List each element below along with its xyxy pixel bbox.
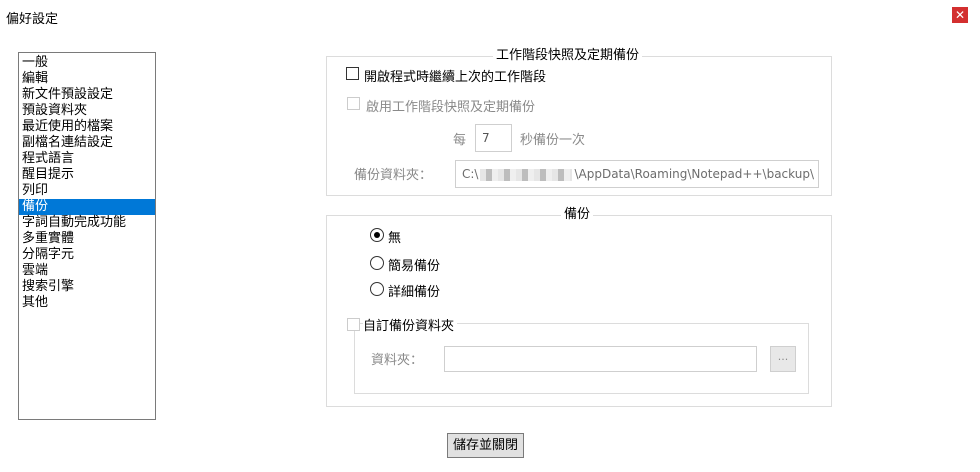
- backup-path-field[interactable]: C:\ \AppData\Roaming\Notepad++\backup\: [455, 160, 819, 188]
- category-item-language[interactable]: 程式語言: [19, 151, 155, 167]
- category-item-backup[interactable]: 備份: [19, 199, 155, 215]
- browse-button[interactable]: ...: [770, 346, 796, 372]
- custom-dir-input[interactable]: [444, 346, 757, 372]
- custom-dir-label[interactable]: 自訂備份資料夾: [363, 315, 458, 334]
- category-item-multi-instance[interactable]: 多重實體: [19, 231, 155, 247]
- category-item-cloud[interactable]: 雲端: [19, 263, 155, 279]
- category-item-general[interactable]: 一般: [19, 55, 155, 71]
- backup-simple-label[interactable]: 簡易備份: [388, 255, 440, 274]
- category-item-misc[interactable]: 其他: [19, 295, 155, 311]
- category-item-auto-completion[interactable]: 字詞自動完成功能: [19, 215, 155, 231]
- backup-verbose-radio[interactable]: [370, 282, 384, 296]
- backup-path-label: 備份資料夾：: [354, 168, 433, 183]
- radio-selected-dot: [374, 232, 380, 238]
- window-title: 偏好設定: [6, 12, 59, 27]
- backup-verbose-label[interactable]: 詳細備份: [388, 281, 440, 300]
- remember-session-checkbox[interactable]: [346, 67, 359, 80]
- session-snapshot-group-title: 工作階段快照及定期備份: [493, 48, 643, 64]
- category-item-highlighting[interactable]: 醒目提示: [19, 167, 155, 183]
- category-list[interactable]: 一般 編輯 新文件預設設定 預設資料夾 最近使用的檔案 副檔名連結設定 程式語言…: [18, 52, 156, 420]
- enable-snapshot-checkbox[interactable]: [347, 97, 360, 110]
- category-item-editing[interactable]: 編輯: [19, 71, 155, 87]
- redacted-username: [480, 168, 573, 181]
- category-item-file-association[interactable]: 副檔名連結設定: [19, 135, 155, 151]
- backup-group-title: 備份: [561, 207, 594, 223]
- custom-dir-checkbox[interactable]: [347, 318, 360, 331]
- backup-interval-input[interactable]: 7: [475, 124, 512, 152]
- every-label: 每: [453, 133, 467, 148]
- save-and-close-button[interactable]: 儲存並關閉: [447, 433, 524, 458]
- category-item-print[interactable]: 列印: [19, 183, 155, 199]
- browse-label: ...: [777, 350, 789, 363]
- close-button[interactable]: ✕: [952, 7, 968, 23]
- interval-suffix-label: 秒備份一次: [520, 133, 586, 148]
- category-item-new-document[interactable]: 新文件預設設定: [19, 87, 155, 103]
- category-item-default-directory[interactable]: 預設資料夾: [19, 103, 155, 119]
- backup-simple-radio[interactable]: [370, 256, 384, 270]
- category-item-delimiter[interactable]: 分隔字元: [19, 247, 155, 263]
- folder-label: 資料夾：: [371, 353, 424, 368]
- title-bar: 偏好設定 ✕: [0, 0, 980, 32]
- category-item-search-engine[interactable]: 搜索引擎: [19, 279, 155, 295]
- backup-none-label[interactable]: 無: [388, 227, 401, 246]
- close-icon: ✕: [954, 8, 966, 22]
- backup-none-radio[interactable]: [370, 228, 384, 242]
- enable-snapshot-label[interactable]: 啟用工作階段快照及定期備份: [366, 96, 535, 115]
- remember-session-label[interactable]: 開啟程式時繼續上次的工作階段: [364, 66, 546, 85]
- category-item-recent-files[interactable]: 最近使用的檔案: [19, 119, 155, 135]
- backup-path-suffix: \AppData\Roaming\Notepad++\backup\: [574, 167, 814, 181]
- backup-interval-value: 7: [482, 131, 490, 145]
- backup-path-prefix: C:\: [462, 167, 479, 181]
